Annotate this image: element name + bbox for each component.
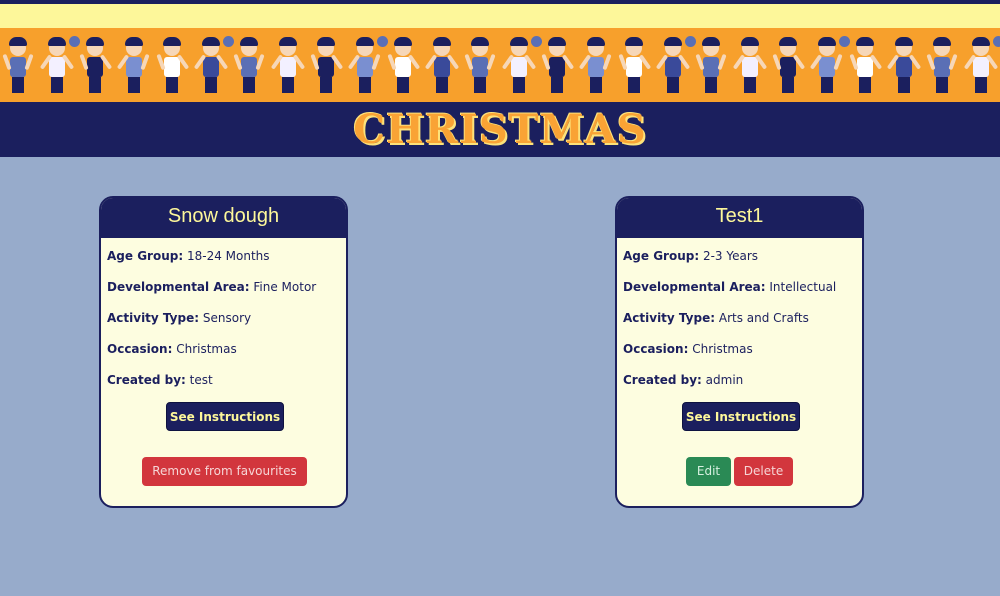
- activity-type-field: Activity Type: Arts and Crafts: [623, 311, 809, 325]
- created-by-field: Created by: test: [107, 373, 213, 387]
- see-instructions-button[interactable]: See Instructions: [682, 402, 800, 431]
- activity-type-field: Activity Type: Sensory: [107, 311, 252, 325]
- child-figure-illustration: [732, 30, 767, 96]
- child-figure-illustration: [2, 30, 34, 96]
- occasion-field: Occasion: Christmas: [623, 342, 753, 356]
- child-figure-illustration: [963, 30, 1000, 96]
- child-figure-illustration: [809, 30, 850, 96]
- child-figure-illustration: [424, 30, 459, 96]
- age-group-field: Age Group: 18-24 Months: [107, 249, 270, 263]
- delete-button[interactable]: Delete: [734, 457, 793, 486]
- header-stripe: [0, 4, 1000, 28]
- child-figure-illustration: [464, 30, 496, 96]
- child-figure-illustration: [926, 30, 958, 96]
- child-figure-illustration: [387, 30, 421, 96]
- developmental-area-field: Developmental Area: Fine Motor: [107, 280, 317, 294]
- child-figure-illustration: [79, 30, 113, 96]
- child-figure-illustration: [156, 30, 190, 96]
- child-figure-illustration: [347, 30, 388, 96]
- activity-card-snow-dough: Snow dough Age Group: 18-24 Months Devel…: [99, 196, 348, 508]
- activity-card-title: Test1: [617, 198, 862, 238]
- see-instructions-button[interactable]: See Instructions: [166, 402, 284, 431]
- page-title: CHRISTMAS: [353, 106, 647, 153]
- child-figure-illustration: [116, 30, 150, 96]
- child-figure-illustration: [541, 30, 575, 96]
- kids-illustration-banner: [0, 28, 1000, 102]
- activity-card-title: Snow dough: [101, 198, 346, 238]
- child-figure-illustration: [578, 30, 612, 96]
- child-figure-illustration: [193, 30, 234, 96]
- child-figure-illustration: [618, 30, 652, 96]
- page-header: CHRISTMAS: [0, 102, 1000, 157]
- child-figure-illustration: [270, 30, 305, 96]
- child-figure-illustration: [772, 30, 806, 96]
- child-figure-illustration: [233, 30, 265, 96]
- child-figure-illustration: [849, 30, 883, 96]
- edit-button[interactable]: Edit: [686, 457, 731, 486]
- child-figure-illustration: [655, 30, 696, 96]
- developmental-area-field: Developmental Area: Intellectual: [623, 280, 837, 294]
- child-figure-illustration: [695, 30, 727, 96]
- child-figure-illustration: [310, 30, 344, 96]
- created-by-field: Created by: admin: [623, 373, 744, 387]
- activity-card-test1: Test1 Age Group: 2-3 Years Developmental…: [615, 196, 864, 508]
- child-figure-illustration: [501, 30, 542, 96]
- occasion-field: Occasion: Christmas: [107, 342, 237, 356]
- child-figure-illustration: [886, 30, 921, 96]
- child-figure-illustration: [39, 30, 80, 96]
- age-group-field: Age Group: 2-3 Years: [623, 249, 759, 263]
- remove-from-favourites-button[interactable]: Remove from favourites: [142, 457, 307, 486]
